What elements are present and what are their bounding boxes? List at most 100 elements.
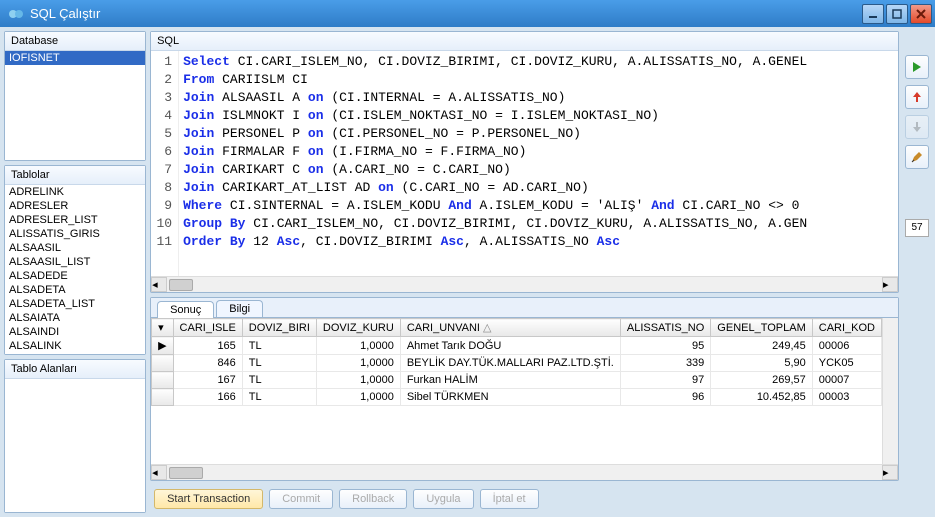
title-bar: SQL Çalıştır (0, 0, 935, 27)
column-header[interactable]: CARI_ISLE (173, 319, 242, 337)
transaction-bar: Start Transaction Commit Rollback Uygula… (150, 485, 899, 513)
cell[interactable]: TL (242, 337, 316, 355)
sql-label: SQL (151, 32, 898, 51)
table-item[interactable]: ALSADETA (5, 283, 145, 297)
cancel-button[interactable]: İptal et (480, 489, 539, 509)
table-item[interactable]: ALSAASIL (5, 241, 145, 255)
row-indicator (152, 372, 173, 389)
table-item[interactable]: ADRELINK (5, 185, 145, 199)
result-panel: Sonuç Bilgi ▾CARI_ISLEDOVIZ_BIRIDOVIZ_KU… (150, 297, 899, 481)
database-item[interactable]: IOFISNET (5, 51, 145, 65)
database-label: Database (5, 32, 145, 51)
sql-hscroll[interactable]: ◂ ▸ (151, 276, 898, 292)
cell[interactable]: 1,0000 (316, 355, 400, 372)
minimize-button[interactable] (862, 4, 884, 24)
sql-panel: SQL 1234567891011 Select CI.CARI_ISLEM_N… (150, 31, 899, 293)
cell[interactable]: TL (242, 355, 316, 372)
line-number-display: 57 (905, 219, 929, 237)
row-selector-header[interactable]: ▾ (152, 319, 173, 337)
scroll-thumb[interactable] (169, 279, 193, 291)
grid-hscroll[interactable]: ◂ ▸ (151, 464, 898, 480)
cell[interactable]: 00003 (812, 389, 881, 406)
cell[interactable]: 339 (620, 355, 710, 372)
table-row[interactable]: 167TL1,0000Furkan HALİM97269,5700007 (152, 372, 882, 389)
scroll-right-arrow[interactable]: ▸ (882, 277, 898, 292)
cell[interactable]: Sibel TÜRKMEN (400, 389, 620, 406)
table-row[interactable]: 166TL1,0000Sibel TÜRKMEN9610.452,8500003 (152, 389, 882, 406)
column-header[interactable]: CARI_KOD (812, 319, 881, 337)
edit-button[interactable] (905, 145, 929, 169)
cell[interactable]: YCK05 (812, 355, 881, 372)
cell[interactable]: 97 (620, 372, 710, 389)
tables-label: Tablolar (5, 166, 145, 185)
cell[interactable]: 269,57 (711, 372, 812, 389)
cell[interactable]: 166 (173, 389, 242, 406)
column-header[interactable]: DOVIZ_KURU (316, 319, 400, 337)
column-header[interactable]: ALISSATIS_NO (620, 319, 710, 337)
run-button[interactable] (905, 55, 929, 79)
grid-scroll-right[interactable]: ▸ (882, 465, 898, 480)
cell[interactable]: 1,0000 (316, 372, 400, 389)
cell[interactable]: 00006 (812, 337, 881, 355)
fields-panel: Tablo Alanları (4, 359, 146, 513)
cell[interactable]: TL (242, 372, 316, 389)
tab-result[interactable]: Sonuç (157, 301, 214, 318)
commit-button[interactable]: Commit (269, 489, 333, 509)
column-header[interactable]: DOVIZ_BIRI (242, 319, 316, 337)
cell[interactable]: 165 (173, 337, 242, 355)
sql-editor[interactable]: 1234567891011 Select CI.CARI_ISLEM_NO, C… (151, 51, 898, 276)
grid-scroll-thumb[interactable] (169, 467, 203, 479)
table-item[interactable]: ALSADETA_LIST (5, 297, 145, 311)
cell[interactable]: 5,90 (711, 355, 812, 372)
cell[interactable]: 1,0000 (316, 389, 400, 406)
tables-list[interactable]: ADRELINKADRESLERADRESLER_LISTALISSATIS_G… (5, 185, 145, 354)
fields-list[interactable] (5, 379, 145, 512)
cell[interactable]: Ahmet Tarık DOĞU (400, 337, 620, 355)
row-indicator (152, 355, 173, 372)
table-item[interactable]: ADRESLER_LIST (5, 213, 145, 227)
table-item[interactable]: ALSAIATA (5, 311, 145, 325)
row-indicator: ▶ (152, 337, 173, 355)
cell[interactable]: TL (242, 389, 316, 406)
apply-button[interactable]: Uygula (413, 489, 473, 509)
side-toolbar: 57 (903, 31, 931, 513)
row-indicator (152, 389, 173, 406)
grid-scroll-left[interactable]: ◂ (151, 465, 167, 480)
database-panel: Database IOFISNET (4, 31, 146, 161)
up-arrow-button[interactable] (905, 85, 929, 109)
down-arrow-button[interactable] (905, 115, 929, 139)
cell[interactable]: Furkan HALİM (400, 372, 620, 389)
cell[interactable]: 1,0000 (316, 337, 400, 355)
table-row[interactable]: 846TL1,0000BEYLİK DAY.TÜK.MALLARI PAZ.LT… (152, 355, 882, 372)
window-title: SQL Çalıştır (30, 6, 862, 21)
result-grid[interactable]: ▾CARI_ISLEDOVIZ_BIRIDOVIZ_KURUCARI_UNVAN… (151, 318, 882, 464)
cell[interactable]: 00007 (812, 372, 881, 389)
rollback-button[interactable]: Rollback (339, 489, 407, 509)
table-item[interactable]: ALSALINK (5, 339, 145, 353)
result-tabs: Sonuç Bilgi (151, 298, 898, 318)
column-header[interactable]: CARI_UNVANI △ (400, 319, 620, 337)
cell[interactable]: BEYLİK DAY.TÜK.MALLARI PAZ.LTD.ŞTİ. (400, 355, 620, 372)
scroll-left-arrow[interactable]: ◂ (151, 277, 167, 292)
grid-vscroll[interactable] (882, 318, 898, 464)
tables-panel: Tablolar ADRELINKADRESLERADRESLER_LISTAL… (4, 165, 146, 355)
table-item[interactable]: ALSAASIL_LIST (5, 255, 145, 269)
table-item[interactable]: ALSAINDI (5, 325, 145, 339)
table-row[interactable]: ▶165TL1,0000Ahmet Tarık DOĞU95249,450000… (152, 337, 882, 355)
cell[interactable]: 95 (620, 337, 710, 355)
cell[interactable]: 249,45 (711, 337, 812, 355)
table-item[interactable]: ALSADEDE (5, 269, 145, 283)
cell[interactable]: 10.452,85 (711, 389, 812, 406)
cell[interactable]: 167 (173, 372, 242, 389)
column-header[interactable]: GENEL_TOPLAM (711, 319, 812, 337)
tab-info[interactable]: Bilgi (216, 300, 263, 317)
cell[interactable]: 96 (620, 389, 710, 406)
database-list[interactable]: IOFISNET (5, 51, 145, 160)
table-item[interactable]: ADRESLER (5, 199, 145, 213)
table-item[interactable]: ALISSATIS_GIRIS (5, 227, 145, 241)
fields-label: Tablo Alanları (5, 360, 145, 379)
close-button[interactable] (910, 4, 932, 24)
start-transaction-button[interactable]: Start Transaction (154, 489, 263, 509)
cell[interactable]: 846 (173, 355, 242, 372)
maximize-button[interactable] (886, 4, 908, 24)
